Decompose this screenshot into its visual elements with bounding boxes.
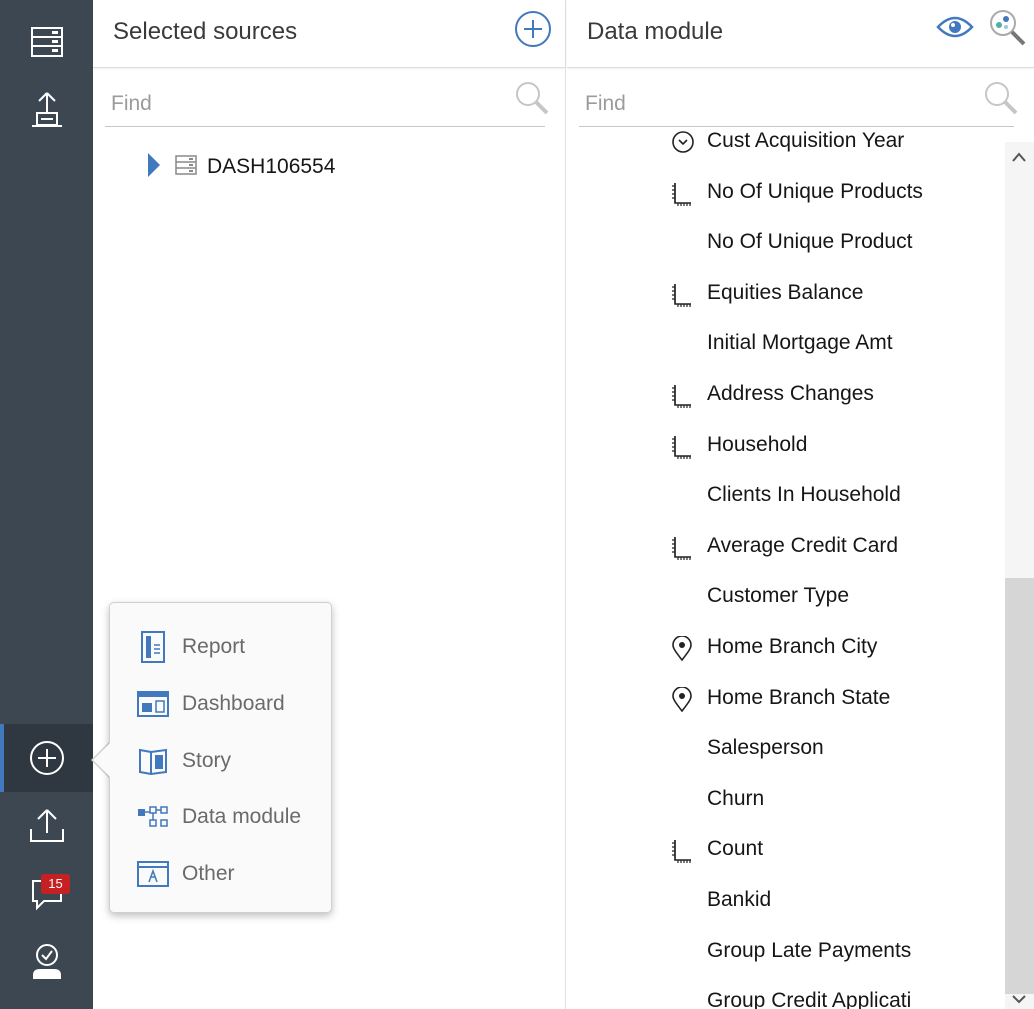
measure-icon [671, 838, 697, 864]
data-module-item-label: Home Branch State [707, 685, 891, 709]
new-menu-popup: Report Dashboard Story Data module Other [109, 602, 332, 913]
chevron-down-icon[interactable] [1012, 991, 1026, 1009]
menu-item-dashboard[interactable]: Dashboard [137, 687, 327, 721]
data-module-item-label: Cust Acquisition Year [707, 129, 905, 152]
search-icon[interactable] [982, 80, 1020, 123]
dashboard-icon [137, 688, 169, 720]
data-module-item-label: Count [707, 837, 764, 861]
upload-button[interactable] [0, 792, 93, 860]
data-module-icon [137, 801, 169, 833]
data-module-item-label: Salesperson [707, 736, 824, 760]
expand-triangle-icon[interactable] [147, 152, 161, 183]
menu-item-other[interactable]: Other [137, 857, 327, 891]
menu-item-report[interactable]: Report [137, 630, 327, 664]
data-module-tree: Cust Acquisition Year No Of Unique Produc… [567, 129, 1004, 1009]
time-icon [671, 130, 697, 156]
location-icon [671, 635, 697, 662]
data-module-item-label: No Of Unique Product [707, 230, 913, 254]
measure-icon [671, 434, 697, 460]
preview-button[interactable] [936, 12, 974, 47]
add-source-button[interactable] [514, 10, 552, 53]
left-rail: 15 [0, 0, 93, 1009]
discover-icon [990, 10, 1026, 46]
find-box [579, 82, 1018, 127]
measure-icon [671, 383, 697, 409]
data-module-item-label: Clients In Household [707, 483, 901, 507]
measure-icon [671, 535, 697, 561]
menu-item-label: Report [182, 635, 246, 658]
my-work-icon [30, 943, 64, 981]
notification-count-badge: 15 [41, 874, 70, 894]
add-circle-icon [515, 11, 551, 47]
menu-item-label: Story [182, 749, 232, 772]
data-module-item-label: Churn [707, 786, 765, 810]
scrollbar[interactable] [1005, 142, 1034, 1009]
scrollbar-thumb[interactable] [1005, 578, 1034, 994]
popup-pointer-inner [93, 743, 110, 777]
database-icon [175, 154, 197, 181]
location-icon [671, 685, 697, 713]
data-module-panel: Data module Cust Acquisition Year No Of U… [567, 0, 1034, 1009]
upload-icon [28, 807, 66, 845]
data-server-button[interactable] [0, 8, 93, 76]
upload-data-icon [30, 91, 64, 129]
menu-item-label: Other [182, 862, 235, 885]
story-icon [137, 745, 169, 777]
data-module-item-label: Equities Balance [707, 280, 864, 304]
data-module-item-label: Average Credit Card [707, 533, 899, 557]
data-server-icon [30, 25, 64, 59]
panel-title: Data module [587, 18, 724, 45]
eye-icon [936, 16, 974, 38]
data-module-item-label: Group Credit Applicati [707, 989, 912, 1009]
data-module-item-label: Customer Type [707, 584, 850, 608]
data-module-item-label: Home Branch City [707, 635, 878, 658]
sources-search-input[interactable] [105, 82, 501, 116]
panel-header: Data module [567, 0, 1034, 68]
data-module-item-label: Bankid [707, 888, 772, 911]
report-icon [137, 631, 169, 663]
data-module-item-label: Household [707, 432, 808, 456]
data-module-item-label: Group Late Payments [707, 938, 912, 962]
chevron-up-icon[interactable] [1012, 150, 1026, 168]
panel-title: Selected sources [113, 18, 298, 45]
search-icon[interactable] [513, 80, 551, 123]
tree-item-source[interactable]: DASH106554 [147, 152, 335, 182]
data-module-item-label: Initial Mortgage Amt [707, 331, 893, 355]
data-module-search-input[interactable] [579, 82, 971, 116]
find-box [105, 82, 549, 127]
measure-icon [671, 282, 697, 308]
measure-icon [671, 181, 697, 207]
other-icon [137, 858, 169, 890]
menu-item-label: Dashboard [182, 692, 285, 715]
tree-item-label: DASH106554 [207, 155, 336, 178]
upload-data-button[interactable] [0, 76, 93, 144]
my-work-button[interactable] [0, 928, 93, 996]
new-icon [28, 739, 66, 777]
new-button[interactable] [0, 724, 93, 792]
panel-header: Selected sources [93, 0, 565, 68]
data-module-item-label: Address Changes [707, 382, 874, 405]
data-module-item-label: No Of Unique Products [707, 179, 923, 203]
notifications-button[interactable] [0, 860, 93, 928]
menu-item-data-module[interactable]: Data module [137, 800, 327, 834]
menu-item-label: Data module [182, 805, 302, 828]
menu-item-story[interactable]: Story [137, 744, 327, 778]
relationships-search-button[interactable] [988, 8, 1028, 53]
